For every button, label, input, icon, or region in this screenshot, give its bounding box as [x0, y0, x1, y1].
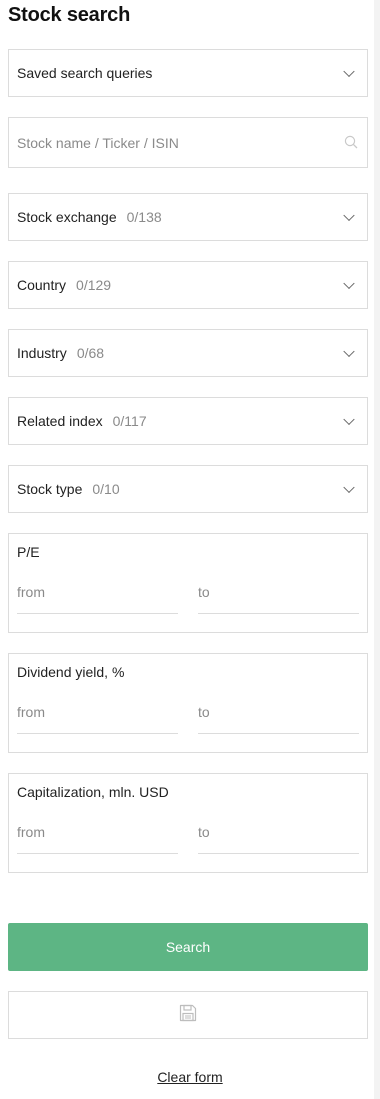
country-dropdown[interactable]: Country 0/129 [8, 261, 368, 309]
clear-form-wrapper: Clear form [0, 1069, 380, 1087]
stock-exchange-dropdown[interactable]: Stock exchange 0/138 [8, 193, 368, 241]
dividend-yield-label: Dividend yield, % [17, 664, 125, 680]
search-icon[interactable] [344, 135, 358, 149]
floppy-disk-icon [178, 1003, 198, 1028]
dividend-from-input[interactable] [17, 690, 178, 733]
capitalization-label: Capitalization, mln. USD [17, 784, 169, 800]
related-index-dropdown[interactable]: Related index 0/117 [8, 397, 368, 445]
saved-queries-dropdown[interactable]: Saved search queries [8, 49, 368, 97]
chevron-down-icon [343, 209, 355, 222]
clear-form-link[interactable]: Clear form [157, 1069, 222, 1085]
capitalization-range: Capitalization, mln. USD [8, 773, 368, 873]
industry-label: Industry [17, 345, 67, 361]
capitalization-to-input[interactable] [198, 810, 359, 853]
chevron-down-icon [343, 277, 355, 290]
dividend-to-input[interactable] [198, 690, 359, 733]
chevron-down-icon [343, 481, 355, 494]
stock-type-dropdown[interactable]: Stock type 0/10 [8, 465, 368, 513]
pe-to-input[interactable] [198, 570, 359, 613]
stock-type-label: Stock type [17, 481, 83, 497]
stock-search-field[interactable] [8, 117, 368, 168]
stock-type-count: 0/10 [92, 481, 120, 497]
dividend-from-field[interactable] [17, 690, 178, 734]
stock-exchange-count: 0/138 [126, 209, 162, 225]
chevron-down-icon [343, 345, 355, 358]
capitalization-from-input[interactable] [17, 810, 178, 853]
chevron-down-icon [343, 413, 355, 426]
scrollbar[interactable] [374, 0, 380, 1099]
pe-to-field[interactable] [198, 570, 359, 614]
pe-from-field[interactable] [17, 570, 178, 614]
stock-exchange-label: Stock exchange [17, 209, 117, 225]
country-label: Country [17, 277, 67, 293]
stock-search-input[interactable] [9, 118, 367, 167]
capitalization-to-field[interactable] [198, 810, 359, 854]
country-count: 0/129 [76, 277, 112, 293]
related-index-count: 0/117 [112, 413, 147, 429]
pe-from-input[interactable] [17, 570, 178, 613]
chevron-down-icon [343, 65, 355, 78]
capitalization-from-field[interactable] [17, 810, 178, 854]
save-query-button[interactable] [8, 991, 368, 1039]
pe-range: P/E [8, 533, 368, 633]
pe-label: P/E [17, 544, 40, 560]
search-button[interactable]: Search [8, 923, 368, 971]
related-index-label: Related index [17, 413, 103, 429]
dividend-to-field[interactable] [198, 690, 359, 734]
saved-queries-label: Saved search queries [17, 65, 153, 81]
page-title: Stock search [8, 4, 131, 26]
dividend-yield-range: Dividend yield, % [8, 653, 368, 753]
industry-dropdown[interactable]: Industry 0/68 [8, 329, 368, 377]
industry-count: 0/68 [76, 345, 105, 361]
